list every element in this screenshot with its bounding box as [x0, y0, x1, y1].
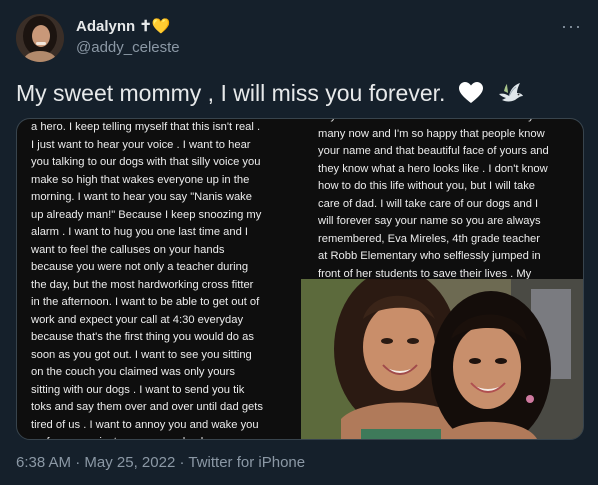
- letter-line: up from naps just so you can check on my: [31, 434, 299, 439]
- letter-line: soon as you got out. I want to see you s…: [31, 348, 252, 361]
- letter-line: toks and say them over and over until da…: [31, 401, 263, 413]
- letter-line: your name and that beautiful face of you…: [318, 145, 549, 157]
- tweet-media[interactable]: a hero. I keep telling myself that this …: [16, 118, 584, 440]
- author-name-emoji: ✝💛: [139, 18, 171, 35]
- photo-illustration: [301, 279, 583, 439]
- letter-line: because that's the first thing you would…: [31, 331, 254, 343]
- avatar-image: [16, 14, 64, 62]
- tweet-source: Twitter for iPhone: [188, 454, 306, 471]
- tweet-text: My sweet mommy , I will miss you forever…: [16, 80, 524, 107]
- letter-line: want to feel the calluses on your hands: [31, 243, 225, 256]
- letter-line: morning. I want to hear you say "Nanis w…: [31, 191, 252, 203]
- letter-line: work and expect your call at 4:30 everyd…: [31, 313, 244, 326]
- letter-line: how to do this life without you, but I w…: [318, 180, 536, 192]
- letter-text-right: anyone could ask for . You are so known …: [318, 119, 580, 283]
- letter-line: sitting with our dogs . I want to send y…: [31, 383, 245, 396]
- letter-line: I just want to hear your voice . I want …: [31, 138, 251, 151]
- letter-line: tired of us . I want to annoy you and wa…: [31, 418, 259, 431]
- white-heart-icon: [458, 82, 483, 103]
- letter-line: alarm . I want to hug you one last time …: [31, 226, 249, 238]
- letter-line: care of dad. I will take care of our dog…: [318, 197, 539, 210]
- tweet-meta: 6:38 AM · May 25, 2022 · Twitter for iPh…: [16, 454, 305, 471]
- author-name-text: Adalynn: [76, 18, 136, 35]
- dove-icon: [499, 83, 524, 102]
- author-handle[interactable]: @addy_celeste: [76, 39, 180, 56]
- tweet-time[interactable]: 6:38 AM: [16, 454, 71, 471]
- letter-line: up already man!" Because I keep snoozing…: [31, 208, 262, 221]
- letter-line: many now and I'm so happy that people kn…: [318, 127, 545, 140]
- author-name[interactable]: Adalynn ✝💛: [76, 17, 171, 35]
- letter-line: a hero. I keep telling myself that this …: [31, 121, 261, 133]
- letter-line: anyone could ask for . You are so known …: [318, 119, 580, 126]
- mother-daughter-photo: [301, 279, 583, 439]
- tweet-text-content: My sweet mommy , I will miss you forever…: [16, 80, 446, 106]
- letter-line: in the afternoon. I want to be able to g…: [31, 296, 260, 308]
- letter-line: remembered, Eva Mireles, 4th grade teach…: [318, 232, 540, 245]
- letter-line: the day, but the most hardworking cross …: [31, 278, 254, 291]
- tweet-date[interactable]: May 25, 2022: [84, 454, 175, 471]
- meta-separator: ·: [75, 454, 81, 471]
- letter-line: will forever say your name so you are al…: [318, 215, 541, 227]
- letter-line: you talking to our dogs with that silly …: [31, 156, 261, 168]
- letter-line: because you were not only a teacher duri…: [31, 261, 249, 273]
- author-avatar[interactable]: [16, 14, 64, 62]
- letter-line: make so high that wakes everyone up in t…: [31, 173, 250, 186]
- more-options-icon[interactable]: ···: [561, 16, 582, 37]
- letter-line: on the couch you claimed was only yours: [31, 366, 235, 378]
- letter-text-left: a hero. I keep telling myself that this …: [31, 119, 299, 439]
- meta-separator: ·: [179, 454, 185, 471]
- letter-line: they know what a hero looks like . I don…: [318, 162, 548, 175]
- letter-line: at Robb Elementary who selflessly jumped…: [318, 250, 541, 262]
